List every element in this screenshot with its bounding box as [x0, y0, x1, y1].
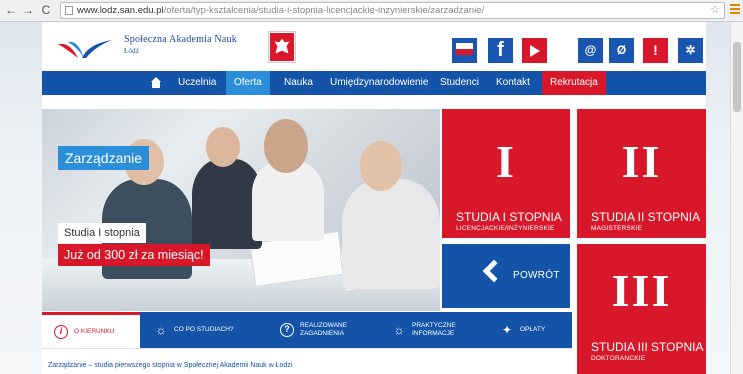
tile-title: STUDIA II STOPNIA [591, 210, 701, 224]
tile-subtitle: MAGISTERSKIE [591, 225, 643, 232]
chevron-left-icon [482, 259, 506, 283]
tab-label: O KIERUNKU [74, 327, 115, 335]
card-icon[interactable]: Ø [609, 38, 634, 63]
website: Społeczna Akademia Nauk Łódź f @ Ø ! ✲ U… [42, 22, 706, 374]
tile-subtitle: DOKTORANCKIE [591, 355, 646, 362]
flag-pl-icon[interactable] [452, 38, 477, 63]
bookmark-star-icon[interactable]: ☆ [710, 3, 720, 18]
hero-person [360, 141, 402, 191]
hero-subtitle: Studia I stopnia [58, 223, 146, 243]
tile-numeral: III [611, 265, 672, 316]
nav-item-rekrutacja[interactable]: Rekrutacja [542, 71, 606, 95]
nav-item-kontakt[interactable]: Kontakt [488, 71, 538, 95]
forward-arrow-icon[interactable]: → [20, 2, 36, 19]
hero-person [252, 161, 324, 241]
home-icon[interactable] [146, 71, 166, 95]
hero-person [264, 119, 308, 173]
tab-praktyczne-informacje[interactable]: ☼ PRAKTYCZNE INFORMACJE [392, 312, 487, 348]
scrollbar-thumb[interactable] [733, 42, 741, 112]
tab-oplaty[interactable]: ✦ OPŁATY [500, 312, 570, 348]
tab-realizowane-zagadnienia[interactable]: ? REALIZOWANE ZAGADNIENIA [280, 312, 380, 348]
page-intro-heading: Zarządzanie – studia pierwszego stopnia … [48, 362, 293, 369]
hero-person [206, 127, 240, 167]
info-icon: i [54, 324, 68, 339]
gear-icon[interactable]: ✲ [678, 38, 703, 63]
bulb-icon: ☼ [393, 323, 405, 337]
program-tabs: i O KIERUNKU ☼ CO PO STUDIACH? ? REALIZO… [42, 312, 572, 348]
tab-label-line-2: INFORMACJE [412, 330, 455, 337]
alert-icon[interactable]: ! [643, 38, 668, 63]
browser-menu-icon[interactable] [730, 4, 740, 16]
nav-item-studenci[interactable]: Studenci [432, 71, 487, 95]
logo-city: Łódź [124, 47, 140, 55]
reload-icon[interactable]: C [38, 2, 54, 19]
university-name[interactable]: Społeczna Akademia Nauk Łódź [124, 34, 237, 55]
tile-title: STUDIA III STOPNIA [591, 340, 704, 354]
tab-label-line-2: ZAGADNIENIA [300, 330, 345, 337]
tile-title: STUDIA I STOPNIA [456, 210, 562, 224]
url-path: /oferta/typ-ksztalcenia/studia-i-stopnia… [163, 5, 485, 16]
tab-co-po-studiach[interactable]: ☼ CO PO STUDIACH? [154, 312, 264, 348]
bulb-icon: ☼ [155, 323, 167, 337]
tile-subtitle: LICENCJACKIE/INŻYNIERSKIE [456, 225, 555, 232]
nav-item-uczelnia[interactable]: Uczelnia [170, 71, 224, 95]
tab-label: CO PO STUDIACH? [174, 326, 234, 333]
tab-label-line-1: PRAKTYCZNE [412, 322, 456, 329]
tab-label: PRAKTYCZNE INFORMACJE [412, 322, 456, 338]
tab-o-kierunku[interactable]: i O KIERUNKU [42, 312, 140, 348]
tab-label-line-1: REALIZOWANE [300, 322, 348, 329]
tile-studia-i-stopnia[interactable]: I STUDIA I STOPNIA LICENCJACKIE/INŻYNIER… [442, 109, 570, 238]
nav-item-oferta[interactable]: Oferta [226, 71, 270, 95]
email-icon[interactable]: @ [578, 38, 603, 63]
hero-tag: Zarządzanie [58, 146, 150, 170]
question-icon: ? [280, 323, 294, 337]
coins-icon: ✦ [501, 323, 513, 337]
tile-numeral: I [496, 136, 516, 187]
tile-studia-ii-stopnia[interactable]: II STUDIA II STOPNIA MAGISTERSKIE [577, 109, 706, 238]
address-bar[interactable]: www.lodz.san.edu.pl/oferta/typ-ksztalcen… [60, 2, 725, 19]
tab-label: OPŁATY [520, 326, 546, 333]
san-logo-icon[interactable] [56, 36, 114, 62]
tab-label: REALIZOWANE ZAGADNIENIA [300, 322, 347, 338]
page-icon [65, 6, 73, 15]
hero-person [342, 179, 440, 289]
main-nav: Uczelnia Oferta Nauka Umiędzynarodowieni… [42, 71, 706, 95]
facebook-icon[interactable]: f [488, 38, 513, 63]
scrollbar[interactable] [730, 22, 743, 374]
back-button[interactable]: POWRÓT [442, 244, 570, 308]
logo-line-1: Społeczna Akademia Nauk [124, 34, 237, 45]
back-label: POWRÓT [513, 270, 560, 281]
content-area: Zarządzanie – studia pierwszego stopnia … [42, 348, 572, 374]
browser-toolbar: ← → C www.lodz.san.edu.pl/oferta/typ-ksz… [0, 0, 743, 22]
nav-item-umiedzynarodowienie[interactable]: Umiędzynarodowienie [322, 71, 436, 95]
youtube-icon[interactable] [522, 38, 547, 63]
hero-price: Już od 300 zł za miesiąc! [58, 244, 210, 266]
tile-studia-iii-stopnia[interactable]: III STUDIA III STOPNIA DOKTORANCKIE [577, 244, 706, 374]
back-arrow-icon[interactable]: ← [3, 2, 19, 19]
tile-numeral: II [621, 136, 662, 187]
url-host: www.lodz.san.edu.pl [77, 5, 164, 16]
hero-banner[interactable]: Zarządzanie Studia I stopnia Już od 300 … [42, 109, 440, 311]
nav-item-nauka[interactable]: Nauka [276, 71, 321, 95]
polish-eagle-crest-icon [268, 31, 296, 63]
